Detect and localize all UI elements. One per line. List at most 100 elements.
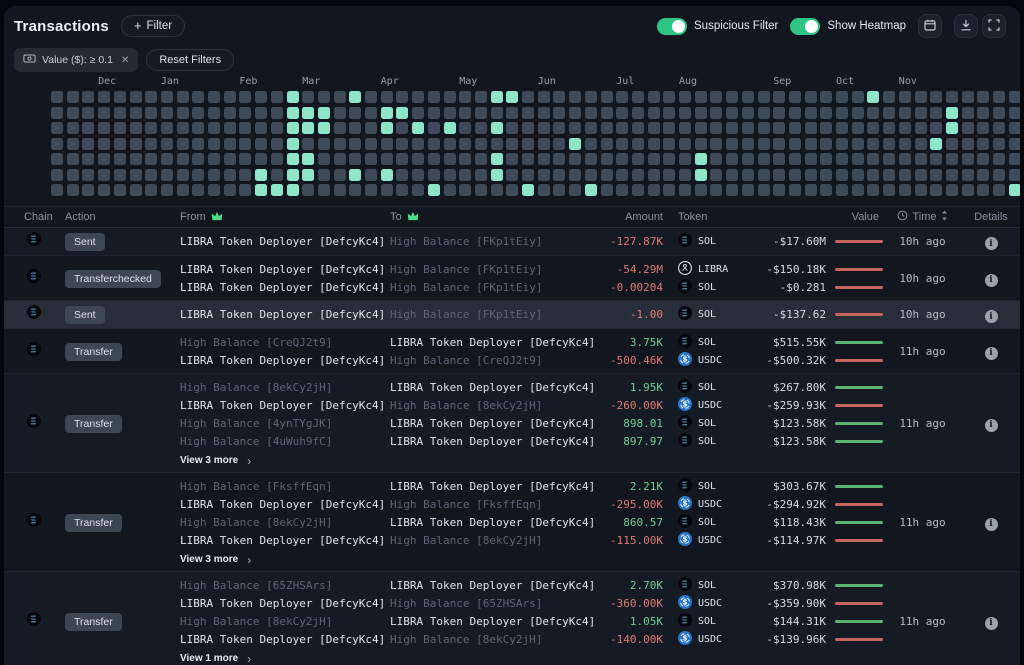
heatmap-cell[interactable] — [130, 91, 142, 103]
heatmap-cell[interactable] — [208, 122, 220, 134]
heatmap-cell[interactable] — [632, 184, 644, 196]
heatmap-cell[interactable] — [255, 122, 267, 134]
heatmap-cell[interactable] — [883, 91, 895, 103]
heatmap-cell[interactable] — [82, 184, 94, 196]
heatmap-cell[interactable] — [161, 122, 173, 134]
heatmap-cell[interactable] — [820, 91, 832, 103]
heatmap-cell[interactable] — [977, 107, 989, 119]
heatmap-cell[interactable] — [773, 138, 785, 150]
transaction-group[interactable]: TransferHigh Balance [CreQJ2t9]LIBRA Tok… — [4, 329, 1020, 374]
heatmap-cell[interactable] — [67, 169, 79, 181]
heatmap-cell[interactable] — [381, 138, 393, 150]
heatmap-cell[interactable] — [412, 107, 424, 119]
heatmap-cell[interactable] — [82, 122, 94, 134]
heatmap-cell[interactable] — [208, 138, 220, 150]
heatmap-cell[interactable] — [459, 169, 471, 181]
heatmap-cell[interactable] — [224, 91, 236, 103]
heatmap-cell[interactable] — [365, 184, 377, 196]
heatmap-cell[interactable] — [852, 91, 864, 103]
heatmap-cell[interactable] — [396, 122, 408, 134]
heatmap-cell[interactable] — [98, 107, 110, 119]
from-address[interactable]: High Balance [FksffEqn] — [180, 480, 390, 493]
heatmap-cell[interactable] — [114, 169, 126, 181]
heatmap-cell[interactable] — [899, 91, 911, 103]
heatmap-cell[interactable] — [805, 153, 817, 165]
heatmap-cell[interactable] — [475, 138, 487, 150]
show-heatmap-toggle[interactable] — [790, 18, 820, 35]
heatmap-cell[interactable] — [852, 184, 864, 196]
to-address[interactable]: LIBRA Token Deployer [DefcyKc4] — [390, 615, 605, 628]
filter-button[interactable]: + Filter — [121, 15, 185, 37]
heatmap-cell[interactable] — [773, 169, 785, 181]
heatmap-cell[interactable] — [224, 122, 236, 134]
heatmap-cell[interactable] — [758, 91, 770, 103]
heatmap-cell[interactable] — [428, 184, 440, 196]
heatmap-cell[interactable] — [365, 169, 377, 181]
heatmap-cell[interactable] — [1009, 91, 1020, 103]
heatmap-cell[interactable] — [930, 138, 942, 150]
heatmap-cell[interactable] — [946, 122, 958, 134]
heatmap-cell[interactable] — [993, 107, 1005, 119]
heatmap-cell[interactable] — [114, 184, 126, 196]
transaction-group[interactable]: TransfercheckedLIBRA Token Deployer [Def… — [4, 256, 1020, 301]
heatmap-cell[interactable] — [695, 153, 707, 165]
heatmap-cell[interactable] — [82, 153, 94, 165]
heatmap-cell[interactable] — [130, 169, 142, 181]
heatmap-cell[interactable] — [773, 122, 785, 134]
heatmap-cell[interactable] — [852, 122, 864, 134]
heatmap-cell[interactable] — [1009, 138, 1020, 150]
heatmap-cell[interactable] — [899, 138, 911, 150]
heatmap-cell[interactable] — [475, 184, 487, 196]
heatmap-cell[interactable] — [459, 122, 471, 134]
view-more-button[interactable]: View 1 more› — [180, 653, 251, 664]
transaction-group[interactable]: TransferHigh Balance [8ekCy2jH]LIBRA Tok… — [4, 374, 1020, 473]
heatmap-cell[interactable] — [789, 91, 801, 103]
heatmap-cell[interactable] — [114, 122, 126, 134]
heatmap-cell[interactable] — [930, 184, 942, 196]
heatmap-cell[interactable] — [585, 153, 597, 165]
heatmap-cell[interactable] — [695, 138, 707, 150]
heatmap-cell[interactable] — [805, 122, 817, 134]
heatmap-cell[interactable] — [506, 138, 518, 150]
heatmap-cell[interactable] — [98, 184, 110, 196]
heatmap-cell[interactable] — [334, 91, 346, 103]
heatmap-cell[interactable] — [161, 91, 173, 103]
heatmap-cell[interactable] — [632, 107, 644, 119]
heatmap-cell[interactable] — [381, 122, 393, 134]
heatmap-cell[interactable] — [538, 184, 550, 196]
heatmap-cell[interactable] — [428, 107, 440, 119]
heatmap-cell[interactable] — [349, 107, 361, 119]
heatmap-cell[interactable] — [726, 184, 738, 196]
transaction-group[interactable]: SentLIBRA Token Deployer [DefcyKc4]High … — [4, 301, 1020, 329]
heatmap-cell[interactable] — [271, 153, 283, 165]
download-button[interactable] — [954, 14, 978, 38]
heatmap-cell[interactable] — [805, 91, 817, 103]
heatmap-cell[interactable] — [836, 169, 848, 181]
heatmap-cell[interactable] — [710, 138, 722, 150]
heatmap-cell[interactable] — [726, 107, 738, 119]
heatmap-cell[interactable] — [475, 153, 487, 165]
heatmap-cell[interactable] — [114, 91, 126, 103]
heatmap-cell[interactable] — [334, 153, 346, 165]
heatmap-cell[interactable] — [820, 107, 832, 119]
from-address[interactable]: LIBRA Token Deployer [DefcyKc4] — [180, 534, 390, 547]
heatmap-cell[interactable] — [412, 153, 424, 165]
heatmap-cell[interactable] — [601, 122, 613, 134]
heatmap-cell[interactable] — [538, 122, 550, 134]
heatmap-cell[interactable] — [789, 153, 801, 165]
heatmap-cell[interactable] — [349, 138, 361, 150]
to-address[interactable]: High Balance [8ekCy2jH] — [390, 534, 605, 547]
heatmap-cell[interactable] — [82, 138, 94, 150]
from-address[interactable]: High Balance [4uWuh9fC] — [180, 435, 390, 448]
heatmap-cell[interactable] — [302, 169, 314, 181]
to-address[interactable]: LIBRA Token Deployer [DefcyKc4] — [390, 417, 605, 430]
from-address[interactable]: LIBRA Token Deployer [DefcyKc4] — [180, 235, 390, 248]
heatmap-cell[interactable] — [365, 107, 377, 119]
heatmap-cell[interactable] — [962, 153, 974, 165]
heatmap-cell[interactable] — [98, 122, 110, 134]
heatmap-cell[interactable] — [491, 91, 503, 103]
heatmap-cell[interactable] — [381, 107, 393, 119]
heatmap-cell[interactable] — [302, 184, 314, 196]
heatmap-cell[interactable] — [208, 169, 220, 181]
heatmap-cell[interactable] — [836, 122, 848, 134]
